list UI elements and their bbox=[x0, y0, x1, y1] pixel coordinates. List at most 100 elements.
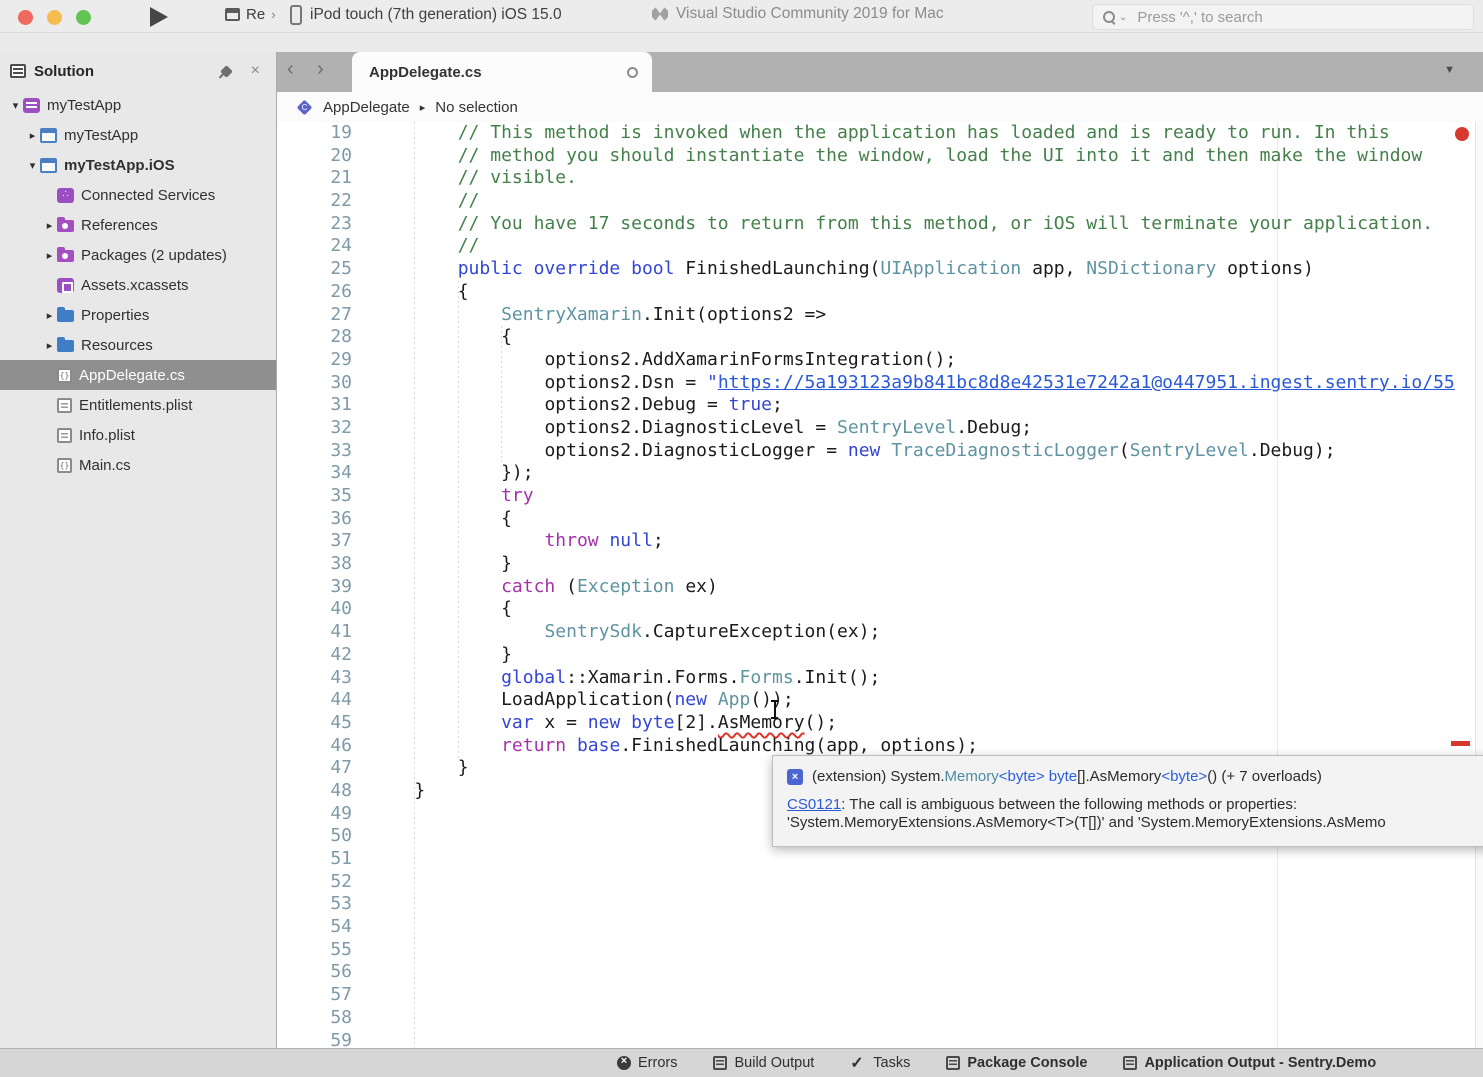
line-number[interactable]: 43 bbox=[277, 667, 352, 690]
line-number[interactable]: 23 bbox=[277, 213, 352, 236]
code-line[interactable]: 55 bbox=[277, 939, 1483, 962]
code-line[interactable]: 53 bbox=[277, 893, 1483, 916]
tree-item-packages-2-updates-[interactable]: ▸Packages (2 updates) bbox=[0, 240, 276, 270]
tree-item-entitlements-plist[interactable]: Entitlements.plist bbox=[0, 390, 276, 420]
code-line[interactable]: 39catch (Exception ex) bbox=[277, 576, 1483, 599]
code-line[interactable]: 42} bbox=[277, 644, 1483, 667]
line-number[interactable]: 57 bbox=[277, 984, 352, 1007]
tree-item-resources[interactable]: ▸Resources bbox=[0, 330, 276, 360]
line-number[interactable]: 20 bbox=[277, 145, 352, 168]
code-editor[interactable]: 19// This method is invoked when the app… bbox=[277, 122, 1483, 1048]
tree-item-mytestapp[interactable]: ▾myTestApp bbox=[0, 90, 276, 120]
line-number[interactable]: 35 bbox=[277, 485, 352, 508]
tab-appdelegate[interactable]: AppDelegate.cs bbox=[352, 52, 652, 92]
line-number[interactable]: 56 bbox=[277, 961, 352, 984]
tree-item-properties[interactable]: ▸Properties bbox=[0, 300, 276, 330]
pin-pad-icon[interactable] bbox=[220, 65, 233, 78]
global-search-input[interactable]: ⌄ Press '^,' to search bbox=[1092, 4, 1474, 30]
line-number[interactable]: 50 bbox=[277, 825, 352, 848]
line-number[interactable]: 44 bbox=[277, 689, 352, 712]
tree-item-info-plist[interactable]: Info.plist bbox=[0, 420, 276, 450]
close-pad-icon[interactable]: × bbox=[251, 62, 260, 80]
code-line[interactable]: 30options2.Dsn = "https://5a193123a9b841… bbox=[277, 372, 1483, 395]
run-button[interactable] bbox=[150, 7, 168, 27]
line-number[interactable]: 31 bbox=[277, 394, 352, 417]
line-number[interactable]: 49 bbox=[277, 803, 352, 826]
error-code-link[interactable]: CS0121 bbox=[787, 796, 841, 813]
code-line[interactable]: 29options2.AddXamarinFormsIntegration(); bbox=[277, 349, 1483, 372]
code-line[interactable]: 28{ bbox=[277, 326, 1483, 349]
breadcrumb-selection[interactable]: No selection bbox=[435, 99, 518, 116]
line-number[interactable]: 48 bbox=[277, 780, 352, 803]
line-number[interactable]: 22 bbox=[277, 190, 352, 213]
editor-scrollbar[interactable] bbox=[1475, 122, 1483, 1048]
line-number[interactable]: 55 bbox=[277, 939, 352, 962]
statusbar-errors[interactable]: Errors bbox=[617, 1055, 677, 1071]
line-number[interactable]: 36 bbox=[277, 508, 352, 531]
tree-item-connected-services[interactable]: Connected Services bbox=[0, 180, 276, 210]
line-number[interactable]: 58 bbox=[277, 1007, 352, 1030]
line-number[interactable]: 34 bbox=[277, 462, 352, 485]
statusbar-package-console[interactable]: Package Console bbox=[946, 1055, 1087, 1071]
zoom-window-button[interactable] bbox=[76, 10, 91, 25]
line-number[interactable]: 30 bbox=[277, 372, 352, 395]
code-line[interactable]: 26{ bbox=[277, 281, 1483, 304]
code-line[interactable]: 27SentryXamarin.Init(options2 => bbox=[277, 304, 1483, 327]
line-number[interactable]: 59 bbox=[277, 1030, 352, 1049]
line-number[interactable]: 25 bbox=[277, 258, 352, 281]
line-number[interactable]: 26 bbox=[277, 281, 352, 304]
breadcrumb-class[interactable]: AppDelegate bbox=[323, 99, 410, 116]
line-number[interactable]: 52 bbox=[277, 871, 352, 894]
code-line[interactable]: 31options2.Debug = true; bbox=[277, 394, 1483, 417]
tree-item-main-cs[interactable]: Main.cs bbox=[0, 450, 276, 480]
code-line[interactable]: 40{ bbox=[277, 598, 1483, 621]
code-line[interactable]: 52 bbox=[277, 871, 1483, 894]
statusbar-tasks[interactable]: Tasks bbox=[850, 1055, 910, 1071]
code-line[interactable]: 43global::Xamarin.Forms.Forms.Init(); bbox=[277, 667, 1483, 690]
line-number[interactable]: 21 bbox=[277, 167, 352, 190]
line-number[interactable]: 33 bbox=[277, 440, 352, 463]
code-line[interactable]: 24// bbox=[277, 235, 1483, 258]
line-number[interactable]: 28 bbox=[277, 326, 352, 349]
line-number[interactable]: 38 bbox=[277, 553, 352, 576]
code-line[interactable]: 36{ bbox=[277, 508, 1483, 531]
tree-item-appdelegate-cs[interactable]: AppDelegate.cs bbox=[0, 360, 276, 390]
close-window-button[interactable] bbox=[18, 10, 33, 25]
code-line[interactable]: 59 bbox=[277, 1030, 1483, 1049]
statusbar-build-output[interactable]: Build Output bbox=[713, 1055, 814, 1071]
line-number[interactable]: 24 bbox=[277, 235, 352, 258]
device-selector[interactable]: iPod touch (7th generation) iOS 15.0 bbox=[290, 5, 562, 25]
tree-item-mytestapp-ios[interactable]: ▾myTestApp.iOS bbox=[0, 150, 276, 180]
expand-icon[interactable]: ▸ bbox=[42, 219, 57, 232]
code-line[interactable]: 22// bbox=[277, 190, 1483, 213]
code-line[interactable]: 23// You have 17 seconds to return from … bbox=[277, 213, 1483, 236]
navigate-forward-button[interactable]: › bbox=[317, 58, 324, 81]
code-line[interactable]: 38} bbox=[277, 553, 1483, 576]
expand-icon[interactable]: ▸ bbox=[42, 309, 57, 322]
code-line[interactable]: 56 bbox=[277, 961, 1483, 984]
line-number[interactable]: 40 bbox=[277, 598, 352, 621]
line-number[interactable]: 32 bbox=[277, 417, 352, 440]
line-number[interactable]: 47 bbox=[277, 757, 352, 780]
code-line[interactable]: 34}); bbox=[277, 462, 1483, 485]
line-number[interactable]: 19 bbox=[277, 122, 352, 145]
tree-item-mytestapp[interactable]: ▸myTestApp bbox=[0, 120, 276, 150]
collapse-icon[interactable]: ▾ bbox=[25, 159, 40, 172]
code-line[interactable]: 25public override bool FinishedLaunching… bbox=[277, 258, 1483, 281]
code-line[interactable]: 21// visible. bbox=[277, 167, 1483, 190]
code-line[interactable]: 51 bbox=[277, 848, 1483, 871]
code-line[interactable]: 33options2.DiagnosticLogger = new TraceD… bbox=[277, 440, 1483, 463]
line-number[interactable]: 42 bbox=[277, 644, 352, 667]
collapse-icon[interactable]: ▾ bbox=[8, 99, 23, 112]
code-line[interactable]: 54 bbox=[277, 916, 1483, 939]
code-line[interactable]: 37throw null; bbox=[277, 530, 1483, 553]
expand-icon[interactable]: ▸ bbox=[42, 249, 57, 262]
tab-close-icon[interactable] bbox=[627, 67, 638, 78]
code-line[interactable]: 19// This method is invoked when the app… bbox=[277, 122, 1483, 145]
code-line[interactable]: 45var x = new byte[2].AsMemory(); bbox=[277, 712, 1483, 735]
line-number[interactable]: 41 bbox=[277, 621, 352, 644]
line-number[interactable]: 45 bbox=[277, 712, 352, 735]
tab-list-dropdown-icon[interactable]: ▼ bbox=[1444, 64, 1455, 76]
run-configuration-selector[interactable]: Re › bbox=[225, 6, 276, 23]
line-number[interactable]: 53 bbox=[277, 893, 352, 916]
